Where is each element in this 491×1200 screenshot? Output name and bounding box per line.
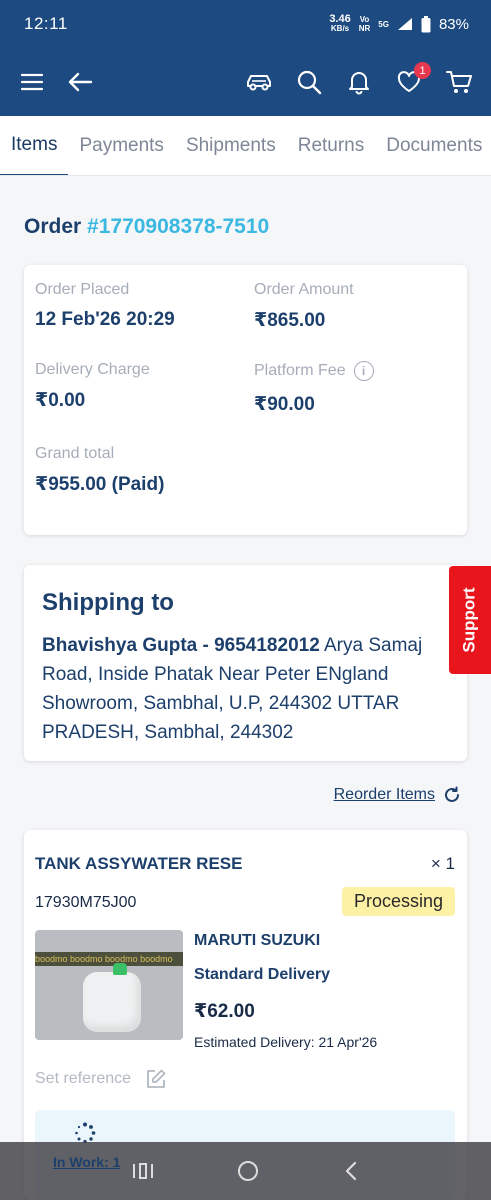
- in-work-link[interactable]: In Work: 1: [53, 1154, 120, 1170]
- network-type: 5G: [378, 19, 389, 29]
- order-placed-value: 12 Feb'26 20:29: [35, 309, 175, 330]
- product-image[interactable]: boodmo boodmo boodmo boodmo: [35, 930, 183, 1040]
- reorder-items-link[interactable]: Reorder Items: [334, 786, 461, 804]
- wishlist-button[interactable]: 1: [395, 62, 431, 96]
- cart-icon: [446, 71, 472, 93]
- grand-total-value: ₹955.00 (Paid): [35, 474, 165, 495]
- system-nav-bar: [0, 1142, 491, 1200]
- part-number: 17930M75J00: [35, 894, 137, 911]
- order-prefix: Order: [24, 215, 88, 238]
- status-indicators: 3.46 KB/s Vo NR 5G 83%: [329, 13, 469, 34]
- support-button[interactable]: Support: [449, 566, 491, 674]
- item-name[interactable]: TANK ASSYWATER RESE: [35, 854, 242, 874]
- delivery-charge-field: Delivery Charge ₹0.00: [35, 361, 150, 412]
- platform-fee-field: Platform Fee i ₹90.00: [254, 361, 374, 416]
- order-tabs: Items Payments Shipments Returns Documen…: [0, 116, 491, 176]
- search-icon: [297, 70, 322, 95]
- edit-icon: [147, 1069, 166, 1088]
- menu-icon: [20, 73, 44, 91]
- order-placed-field: Order Placed 12 Feb'26 20:29: [35, 281, 175, 331]
- set-reference-label: Set reference: [35, 1070, 132, 1087]
- order-amount-value: ₹865.00: [254, 310, 326, 331]
- tab-documents[interactable]: Documents: [375, 116, 491, 175]
- tab-items[interactable]: Items: [0, 116, 69, 175]
- volte-sub: NR: [358, 24, 371, 33]
- product-cap-shape: [113, 963, 127, 975]
- reorder-label: Reorder Items: [333, 786, 435, 803]
- platform-fee-label: Platform Fee: [254, 362, 346, 379]
- signal-icon: [397, 18, 412, 30]
- battery-icon: [421, 15, 431, 32]
- order-amount-label: Order Amount: [254, 281, 354, 298]
- set-reference-button[interactable]: Set reference: [35, 1068, 167, 1090]
- system-status-bar: 12:11 3.46 KB/s Vo NR 5G 83%: [0, 0, 491, 48]
- volte-indicator: Vo NR: [359, 15, 371, 33]
- spinner-icon: [75, 1122, 96, 1144]
- item-brand: MARUTI SUZUKI: [194, 932, 321, 949]
- status-badge: Processing: [341, 887, 455, 916]
- network-speed: 3.46 KB/s: [329, 13, 351, 34]
- support-label: Support: [460, 587, 479, 653]
- garage-button[interactable]: [245, 68, 273, 96]
- grand-total-field: Grand total ₹955.00 (Paid): [35, 445, 164, 496]
- search-button[interactable]: [295, 68, 323, 96]
- order-summary-card: Order Placed 12 Feb'26 20:29 Order Amoun…: [24, 265, 467, 535]
- shipping-title: Shipping to: [42, 589, 174, 616]
- bell-icon: [349, 72, 369, 95]
- product-tank-shape: [83, 972, 141, 1032]
- tab-returns[interactable]: Returns: [287, 116, 376, 175]
- shipping-address: Bhavishya Gupta - 9654182012 Arya Samaj …: [42, 631, 449, 747]
- app-header: 1: [0, 48, 491, 116]
- wishlist-badge: 1: [414, 62, 431, 79]
- battery-percent: 83%: [438, 15, 469, 33]
- info-icon[interactable]: i: [353, 361, 374, 381]
- menu-button[interactable]: [18, 68, 46, 96]
- platform-fee-label-row: Platform Fee i: [254, 361, 374, 381]
- item-price: ₹62.00: [194, 1001, 255, 1022]
- back-arrow-icon: [68, 72, 93, 92]
- recent-apps-icon[interactable]: [131, 1161, 155, 1181]
- order-title: Order #1770908378-7510: [24, 215, 269, 239]
- refresh-icon: [445, 786, 459, 802]
- product-image-strip: boodmo boodmo boodmo boodmo: [35, 952, 183, 966]
- shipping-name-phone: Bhavishya Gupta - 9654182012: [42, 635, 320, 656]
- order-placed-label: Order Placed: [35, 281, 130, 298]
- tab-payments[interactable]: Payments: [68, 116, 174, 175]
- status-time: 12:11: [24, 14, 68, 33]
- net-speed-unit: KB/s: [330, 24, 350, 33]
- shipping-card: Shipping to Bhavishya Gupta - 9654182012…: [24, 565, 467, 761]
- notifications-button[interactable]: [345, 68, 373, 96]
- delivery-charge-label: Delivery Charge: [35, 361, 150, 378]
- grand-total-label: Grand total: [35, 445, 115, 462]
- back-button[interactable]: [66, 68, 94, 96]
- delivery-charge-value: ₹0.00: [35, 390, 86, 411]
- order-amount-field: Order Amount ₹865.00: [254, 281, 354, 332]
- cart-button[interactable]: [445, 68, 473, 96]
- home-icon[interactable]: [236, 1159, 260, 1183]
- volte-label: Vo: [359, 15, 370, 24]
- back-nav-icon[interactable]: [341, 1160, 361, 1182]
- order-number[interactable]: #1770908378-7510: [87, 215, 269, 238]
- net-speed-value: 3.46: [329, 13, 351, 25]
- item-quantity: × 1: [430, 854, 455, 873]
- car-icon: [247, 75, 271, 91]
- delivery-type: Standard Delivery: [194, 966, 331, 983]
- platform-fee-value: ₹90.00: [254, 394, 315, 415]
- estimated-delivery: Estimated Delivery: 21 Apr'26: [194, 1034, 378, 1050]
- tab-shipments[interactable]: Shipments: [175, 116, 287, 175]
